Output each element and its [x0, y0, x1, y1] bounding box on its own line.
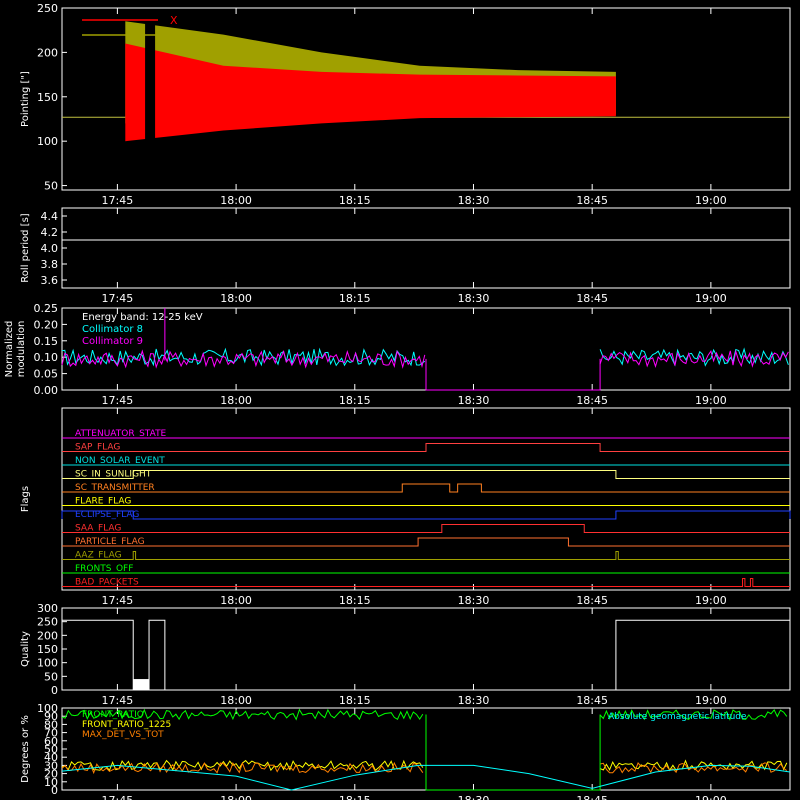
y-tick-label: 300: [37, 602, 58, 615]
y-tick-label: 50: [44, 180, 58, 193]
x-tick-label: 18:30: [458, 394, 490, 407]
y-tick-label: 0.10: [34, 351, 59, 364]
y-tick-label: 100: [37, 657, 58, 670]
legend-label: FRONT_RATIO_1225: [82, 720, 171, 730]
y-tick-label: 200: [37, 629, 58, 642]
x-tick-label: 18:00: [220, 394, 252, 407]
x-tick-label: 18:30: [458, 594, 490, 607]
x-tick-label: 18:00: [220, 794, 252, 800]
y-tick-label: 150: [37, 91, 58, 104]
x-tick-label: 18:30: [458, 194, 490, 207]
x-tick-label: 18:15: [339, 694, 371, 707]
y-axis-label: modulation: [16, 321, 27, 378]
y-tick-label: 4.2: [41, 226, 59, 239]
x-tick-label: 17:45: [102, 394, 134, 407]
x-tick-label: 19:00: [695, 292, 727, 305]
x-tick-label: 18:45: [576, 292, 608, 305]
annotation-label: Absolute geomagnetic latitude: [608, 712, 747, 722]
y-axis-label: Pointing ["]: [20, 71, 31, 127]
y-tick-label: 100: [37, 702, 58, 715]
x-tick-label: 17:45: [102, 694, 134, 707]
x-tick-label: 18:45: [576, 394, 608, 407]
x-tick-label: 18:00: [220, 194, 252, 207]
x-tick-label: 17:45: [102, 594, 134, 607]
y-tick-label: 0.00: [34, 384, 59, 397]
x-tick-label: 17:45: [102, 194, 134, 207]
y-axis-label: Normalized: [4, 321, 15, 378]
x-tick-label: 19:00: [695, 194, 727, 207]
y-tick-label: 3.6: [41, 274, 59, 287]
data-gap: [145, 9, 156, 189]
y-tick-label: 250: [37, 2, 58, 15]
y-axis-label: Roll period [s]: [20, 213, 31, 282]
legend-label: Collimator 8: [82, 324, 143, 335]
x-tick-label: 18:45: [576, 694, 608, 707]
x-tick-label: 18:45: [576, 594, 608, 607]
x-tick-label: 18:00: [220, 694, 252, 707]
x-tick-label: 19:00: [695, 794, 727, 800]
x-tick-label: 18:00: [220, 292, 252, 305]
x-tick-label: 19:00: [695, 594, 727, 607]
y-axis-label: Flags: [20, 486, 31, 512]
legend-label: Collimator 9: [82, 336, 143, 347]
y-tick-label: 0: [51, 684, 58, 697]
y-tick-label: 0.05: [34, 368, 59, 381]
y-tick-label: 250: [37, 616, 58, 629]
y-tick-label: 3.8: [41, 258, 59, 271]
x-tick-label: 17:45: [102, 794, 134, 800]
y-axis-label: Degrees or %: [20, 715, 31, 783]
y-tick-label: 4.0: [41, 242, 59, 255]
x-tick-label: 18:15: [339, 794, 371, 800]
legend-label: Energy band: 12-25 keV: [82, 312, 203, 323]
legend-label: FRONT_RATIO: [82, 710, 144, 720]
legend-label: MAX_DET_VS_TOT: [82, 730, 164, 740]
x-tick-label: 18:15: [339, 394, 371, 407]
y-tick-label: 0.25: [34, 302, 59, 315]
mission-quicklook-chart: 17:45 18:00 18:15 18:30 18:45 19:00 Pointing […: [0, 0, 800, 800]
x-tick-label: 18:00: [220, 594, 252, 607]
y-tick-label: 150: [37, 643, 58, 656]
y-tick-label: 200: [37, 46, 58, 59]
y-tick-label: 100: [37, 135, 58, 148]
y-axis-label: Quality: [20, 631, 31, 667]
legend-label-X: X: [170, 14, 178, 27]
x-tick-label: 18:45: [576, 194, 608, 207]
quality-noise: [133, 679, 150, 690]
x-tick-label: 19:00: [695, 694, 727, 707]
x-tick-label: 18:15: [339, 594, 371, 607]
y-tick-label: 4.4: [41, 210, 59, 223]
y-tick-label: 0.15: [34, 335, 59, 348]
x-tick-label: 18:15: [339, 292, 371, 305]
y-tick-label: 50: [44, 670, 58, 683]
x-tick-label: 18:30: [458, 794, 490, 800]
x-tick-label: 18:15: [339, 194, 371, 207]
x-tick-label: 18:30: [458, 694, 490, 707]
y-tick-label: 0.20: [34, 318, 59, 331]
x-tick-label: 18:30: [458, 292, 490, 305]
legend-label-Y: Y: [169, 29, 177, 42]
x-tick-label: 17:45: [102, 292, 134, 305]
x-tick-label: 18:45: [576, 794, 608, 800]
x-tick-label: 19:00: [695, 394, 727, 407]
